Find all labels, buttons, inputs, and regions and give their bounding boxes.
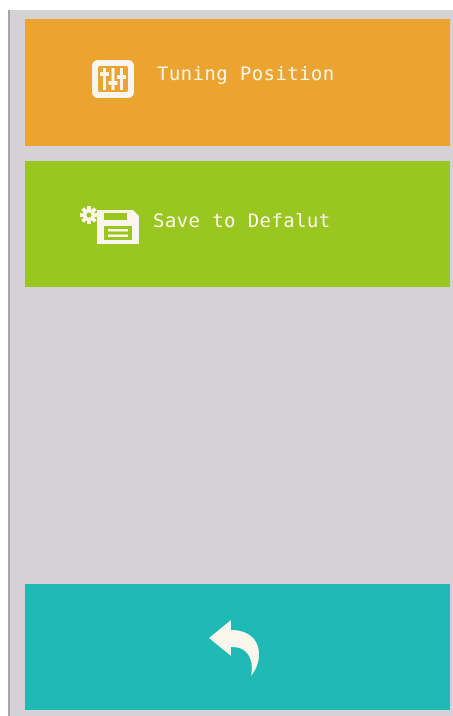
equalizer-sliders-icon [90, 58, 136, 100]
save-to-default-label: Save to Defalut [153, 210, 331, 232]
save-settings-icon [77, 204, 141, 246]
save-to-default-button[interactable]: Save to Defalut [25, 161, 450, 287]
back-arrow-icon [205, 616, 269, 678]
back-button[interactable] [25, 584, 450, 710]
tuning-position-label: Tuning Position [157, 63, 335, 85]
tuning-position-button[interactable]: Tuning Position [25, 19, 450, 146]
